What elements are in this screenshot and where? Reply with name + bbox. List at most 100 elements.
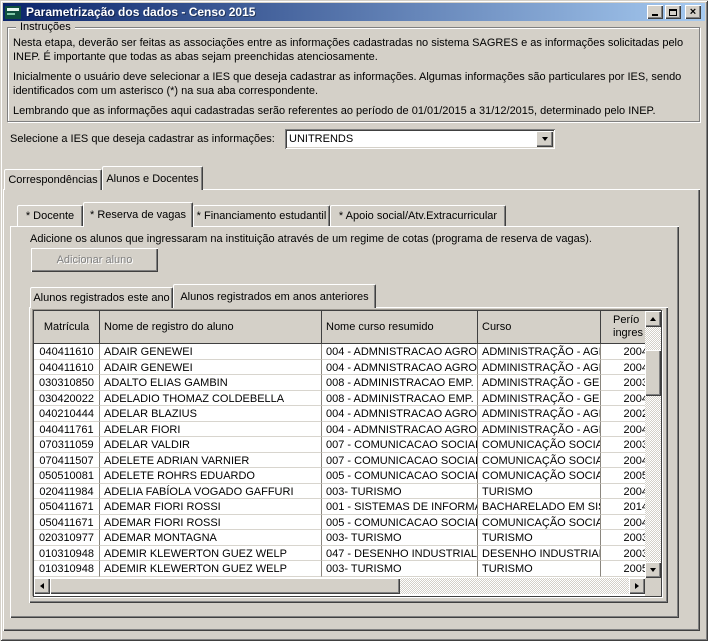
table-cell: ADMINISTRAÇÃO - AGRO (478, 344, 601, 360)
close-button[interactable]: × (685, 5, 701, 19)
table-row[interactable]: 050411671ADEMAR FIORI ROSSI001 - SISTEMA… (34, 499, 662, 515)
table-cell: 020411984 (34, 484, 100, 500)
combobox-dropdown-button[interactable] (536, 131, 553, 147)
table-cell: 001 - SISTEMAS DE INFORMAÇ (322, 499, 478, 515)
tab-correspondencias[interactable]: Correspondências (4, 169, 102, 190)
tab-label: * Apoio social/Atv.Extracurricular (339, 210, 497, 222)
minimize-button[interactable] (647, 5, 663, 19)
table-cell: ADEMAR FIORI ROSSI (100, 515, 322, 531)
adicionar-aluno-button[interactable]: Adicionar aluno (31, 248, 158, 272)
table-cell: 010310948 (34, 546, 100, 562)
column-header-curso-resumido[interactable]: Nome curso resumido (322, 311, 478, 343)
tab-label: Alunos registrados em anos anteriores (180, 291, 368, 303)
horizontal-scrollbar[interactable] (34, 578, 645, 594)
ies-combobox-value: UNITRENDS (285, 133, 536, 145)
table-cell: BACHARELADO EM SISTE (478, 499, 601, 515)
table-cell: 003- TURISMO (322, 484, 478, 500)
table-cell: 005 - COMUNICACAO SOCIAL (322, 515, 478, 531)
table-cell: 030420022 (34, 391, 100, 407)
table-cell: ADELETE ROHRS EDUARDO (100, 468, 322, 484)
scroll-down-icon (650, 568, 656, 572)
table-cell: 040411610 (34, 344, 100, 360)
title-bar[interactable]: Parametrização dos dados - Censo 2015 × (3, 3, 705, 21)
window-title: Parametrização dos dados - Censo 2015 (26, 5, 255, 19)
table-row[interactable]: 010310948ADEMIR KLEWERTON GUEZ WELP047 -… (34, 546, 662, 562)
table-cell: 030310850 (34, 375, 100, 391)
table-cell: ADEMIR KLEWERTON GUEZ WELP (100, 546, 322, 562)
table-cell: TURISMO (478, 530, 601, 546)
table-row[interactable]: 040411610ADAIR GENEWEI004 - ADMNISTRACAO… (34, 360, 662, 376)
table-cell: ADELAR FIORI (100, 422, 322, 438)
table-row[interactable]: 070311059ADELAR VALDIR007 - COMUNICACAO … (34, 437, 662, 453)
table-row[interactable]: 040411761ADELAR FIORI004 - ADMNISTRACAO … (34, 422, 662, 438)
maximize-icon (669, 9, 677, 16)
horizontal-scrollbar-thumb[interactable] (50, 578, 400, 594)
table-cell: 003- TURISMO (322, 530, 478, 546)
tab-financiamento-estudantil[interactable]: * Financiamento estudantil (193, 205, 330, 226)
tab-alunos-registrados-anos-anteriores[interactable]: Alunos registrados em anos anteriores (173, 284, 376, 308)
ies-combobox[interactable]: UNITRENDS (285, 129, 555, 149)
table-row[interactable]: 050510081ADELETE ROHRS EDUARDO005 - COMU… (34, 468, 662, 484)
tab-docente[interactable]: * Docente (17, 205, 83, 226)
table-cell: ADMINISTRAÇÃO - AGRO (478, 360, 601, 376)
dialog-window: Parametrização dos dados - Censo 2015 × … (0, 0, 708, 641)
table-cell: 005 - COMUNICACAO SOCIAL (322, 468, 478, 484)
table-row[interactable]: 070411507ADELETE ADRIAN VARNIER007 - COM… (34, 453, 662, 469)
chevron-down-icon (542, 137, 548, 141)
header-line: Perío (613, 314, 639, 327)
scroll-right-button[interactable] (629, 578, 645, 594)
scroll-up-icon (650, 317, 656, 321)
reserva-description: Adicione os alunos que ingressaram na in… (30, 233, 592, 245)
table-cell: 047 - DESENHO INDUSTRIAL (322, 546, 478, 562)
vertical-scrollbar-thumb[interactable] (645, 350, 661, 396)
table-cell: 004 - ADMNISTRACAO AGRO (322, 360, 478, 376)
table-cell: ADMINISTRAÇÃO - GEST. (478, 391, 601, 407)
table-row[interactable]: 050411671ADEMAR FIORI ROSSI005 - COMUNIC… (34, 515, 662, 531)
instructions-legend: Instruções (16, 21, 75, 33)
table-cell: COMUNICAÇÃO SOCIAL - (478, 453, 601, 469)
table-cell: 070411507 (34, 453, 100, 469)
tab-alunos-registrados-este-ano[interactable]: Alunos registrados este ano (30, 287, 173, 308)
column-header-matricula[interactable]: Matrícula (34, 311, 100, 343)
vertical-scrollbar[interactable] (645, 311, 661, 578)
scroll-right-icon (635, 583, 639, 589)
table-cell: ADEMAR MONTAGNA (100, 530, 322, 546)
table-cell: 003- TURISMO (322, 561, 478, 577)
alunos-grid[interactable]: Matrícula Nome de registro do aluno Nome… (33, 310, 662, 597)
table-row[interactable]: 020411984ADELIA FABÍOLA VOGADO GAFFURI00… (34, 484, 662, 500)
column-header-curso[interactable]: Curso (478, 311, 601, 343)
scroll-left-button[interactable] (34, 578, 50, 594)
tab-reserva-de-vagas[interactable]: * Reserva de vagas (83, 202, 193, 227)
grid-header-row: Matrícula Nome de registro do aluno Nome… (34, 311, 662, 344)
scrollbar-corner (645, 578, 661, 597)
tab-apoio-social[interactable]: * Apoio social/Atv.Extracurricular (330, 205, 506, 226)
table-cell: ADELAR BLAZIUS (100, 406, 322, 422)
table-cell: 007 - COMUNICACAO SOCIAL (322, 453, 478, 469)
table-cell: 040411761 (34, 422, 100, 438)
table-cell: ADELIA FABÍOLA VOGADO GAFFURI (100, 484, 322, 500)
table-cell: 004 - ADMNISTRACAO AGRO (322, 422, 478, 438)
table-row[interactable]: 040411610ADAIR GENEWEI004 - ADMNISTRACAO… (34, 344, 662, 360)
header-line: ingres (613, 327, 643, 340)
table-cell: ADAIR GENEWEI (100, 360, 322, 376)
table-cell: TURISMO (478, 484, 601, 500)
maximize-button[interactable] (665, 5, 681, 19)
scroll-down-button[interactable] (645, 562, 661, 578)
tab-alunos-e-docentes[interactable]: Alunos e Docentes (102, 166, 203, 190)
tab-label: Alunos e Docentes (106, 173, 198, 185)
table-cell: 008 - ADMINISTRACAO EMP. (322, 375, 478, 391)
instructions-paragraph-1: Nesta etapa, deverão ser feitas as assoc… (13, 36, 693, 64)
table-row[interactable]: 030420022ADELADIO THOMAZ COLDEBELLA008 -… (34, 391, 662, 407)
table-cell: ADEMAR FIORI ROSSI (100, 499, 322, 515)
table-row[interactable]: 040210444ADELAR BLAZIUS004 - ADMNISTRACA… (34, 406, 662, 422)
table-row[interactable]: 010310948ADEMIR KLEWERTON GUEZ WELP003- … (34, 561, 662, 577)
column-header-nome[interactable]: Nome de registro do aluno (100, 311, 322, 343)
tab-label: * Docente (26, 210, 74, 222)
scroll-up-button[interactable] (645, 311, 661, 327)
tab-label: * Financiamento estudantil (197, 210, 327, 222)
table-cell: ADEMIR KLEWERTON GUEZ WELP (100, 561, 322, 577)
table-row[interactable]: 030310850ADALTO ELIAS GAMBIN008 - ADMINI… (34, 375, 662, 391)
table-row[interactable]: 020310977ADEMAR MONTAGNA003- TURISMOTURI… (34, 530, 662, 546)
table-cell: 008 - ADMINISTRACAO EMP. (322, 391, 478, 407)
table-cell: 050411671 (34, 515, 100, 531)
